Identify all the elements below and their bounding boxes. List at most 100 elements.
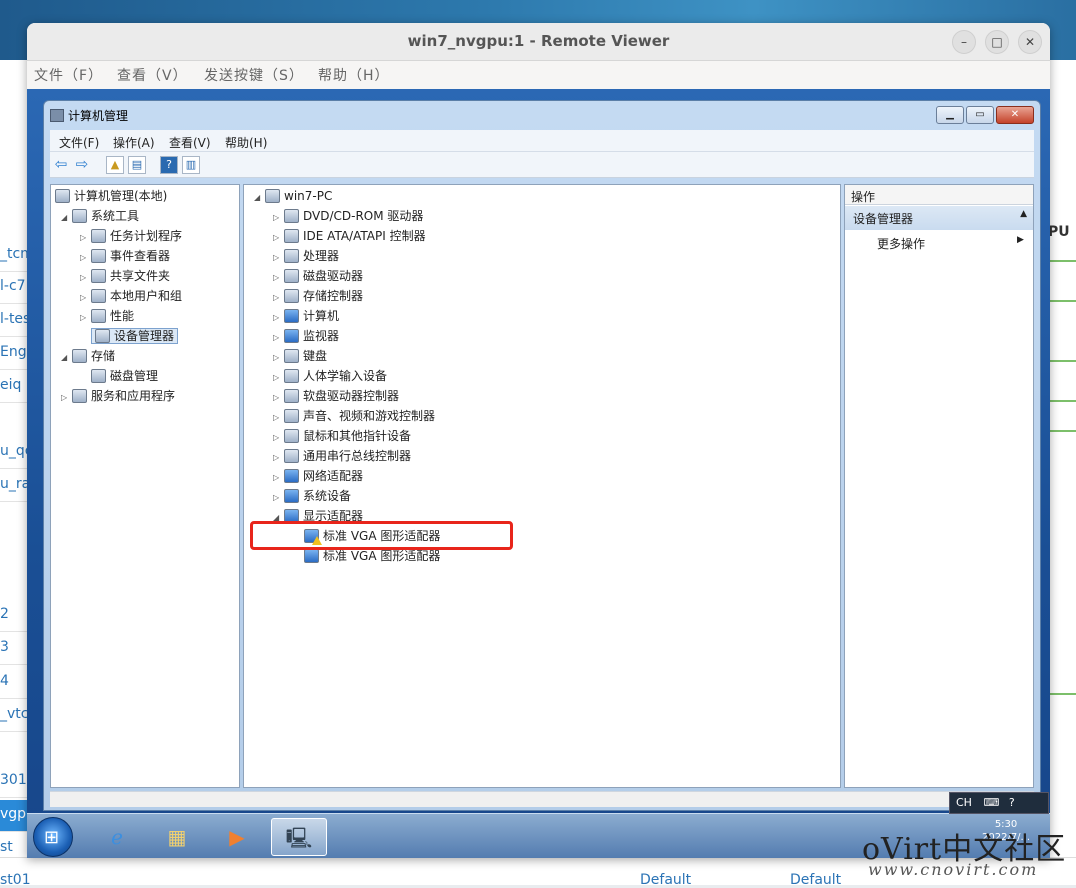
- host-vm-row[interactable]: Engi: [0, 338, 27, 370]
- collapsed-triangle-icon[interactable]: ▷: [80, 289, 91, 307]
- host-vm-row[interactable]: l-c7: [0, 272, 27, 304]
- host-vm-row[interactable]: u_rav: [0, 470, 27, 502]
- device-category[interactable]: ▷ 人体学输入设备: [273, 367, 387, 387]
- collapse-arrow-icon[interactable]: ▲: [1020, 209, 1027, 219]
- collapsed-triangle-icon[interactable]: ▷: [273, 229, 284, 247]
- mmc-maximize-button[interactable]: ▭: [966, 106, 994, 124]
- host-vm-row[interactable]: 301: [0, 766, 27, 798]
- viewer-menu-help[interactable]: 帮助（H）: [318, 65, 390, 85]
- help-icon[interactable]: ?: [1009, 796, 1015, 809]
- host-vm-row[interactable]: _vtc: [0, 700, 27, 732]
- media-player-icon[interactable]: ▶: [209, 818, 265, 856]
- collapsed-triangle-icon[interactable]: ▷: [273, 269, 284, 287]
- collapsed-triangle-icon[interactable]: ▷: [273, 469, 284, 487]
- device-category[interactable]: ▷ 通用串行总线控制器: [273, 447, 411, 467]
- tree-item-local-users[interactable]: ▷ 本地用户和组: [80, 287, 182, 307]
- device-category[interactable]: ▷ 监视器: [273, 327, 339, 347]
- language-bar[interactable]: CH ⌨ ?: [949, 792, 1049, 814]
- help-icon[interactable]: ?: [160, 156, 178, 174]
- forward-arrow-icon[interactable]: ⇨: [73, 156, 91, 174]
- computer-management-taskbar-icon[interactable]: 🖳: [271, 818, 327, 856]
- mmc-close-button[interactable]: ✕: [996, 106, 1034, 124]
- tree-item-disk-management[interactable]: 磁盘管理: [91, 367, 158, 387]
- tree-item-performance[interactable]: ▷ 性能: [80, 307, 134, 327]
- device-category[interactable]: ▷ 存储控制器: [273, 287, 363, 307]
- internet-explorer-icon[interactable]: ℯ: [89, 818, 145, 856]
- action-section-device-manager[interactable]: 设备管理器 ▲: [845, 206, 1033, 230]
- computer-management-icon: [55, 189, 70, 203]
- tree-item-device-manager[interactable]: 设备管理器: [91, 327, 179, 347]
- device-category[interactable]: ▷ 软盘驱动器控制器: [273, 387, 399, 407]
- collapsed-triangle-icon[interactable]: ▷: [80, 269, 91, 287]
- tree-item-task-scheduler[interactable]: ▷ 任务计划程序: [80, 227, 182, 247]
- tree-item-shared-folders[interactable]: ▷ 共享文件夹: [80, 267, 170, 287]
- viewer-minimize-button[interactable]: –: [952, 30, 976, 54]
- collapsed-triangle-icon[interactable]: ▷: [273, 329, 284, 347]
- viewer-menu-file[interactable]: 文件（F）: [34, 65, 103, 85]
- collapsed-triangle-icon[interactable]: ▷: [273, 249, 284, 267]
- language-indicator[interactable]: CH: [956, 796, 972, 809]
- viewer-close-button[interactable]: ✕: [1018, 30, 1042, 54]
- device-root[interactable]: ◢ win7-PC: [254, 187, 332, 207]
- device-category[interactable]: ▷ 网络适配器: [273, 467, 363, 487]
- device-category[interactable]: ▷ 处理器: [273, 247, 339, 267]
- mmc-minimize-button[interactable]: ▁: [936, 106, 964, 124]
- collapsed-triangle-icon[interactable]: ▷: [273, 449, 284, 467]
- keyboard-icon[interactable]: ⌨: [983, 796, 999, 809]
- collapsed-triangle-icon[interactable]: ▷: [273, 369, 284, 387]
- collapsed-triangle-icon[interactable]: ▷: [273, 389, 284, 407]
- collapsed-triangle-icon[interactable]: ▷: [273, 349, 284, 367]
- tree-item-services-apps[interactable]: ▷ 服务和应用程序: [61, 387, 175, 407]
- host-vm-row[interactable]: 3: [0, 633, 27, 665]
- expanded-triangle-icon[interactable]: ◢: [61, 209, 72, 227]
- viewer-menu-view[interactable]: 查看（V）: [117, 65, 188, 85]
- device-category[interactable]: ▷ IDE ATA/ATAPI 控制器: [273, 227, 426, 247]
- mmc-menu-view[interactable]: 查看(V): [169, 134, 211, 151]
- mmc-menu-action[interactable]: 操作(A): [113, 134, 155, 151]
- device-vga-adapter[interactable]: 标准 VGA 图形适配器: [304, 547, 440, 567]
- tree-item-storage[interactable]: ◢ 存储: [61, 347, 115, 367]
- expanded-triangle-icon[interactable]: ◢: [61, 349, 72, 367]
- device-category[interactable]: ▷ 鼠标和其他指针设备: [273, 427, 411, 447]
- collapsed-triangle-icon[interactable]: ▷: [61, 389, 72, 407]
- show-action-pane-icon[interactable]: ▥: [182, 156, 200, 174]
- host-vm-row[interactable]: 4: [0, 667, 27, 699]
- device-category[interactable]: ▷ 计算机: [273, 307, 339, 327]
- mmc-menu-file[interactable]: 文件(F): [59, 134, 99, 151]
- collapsed-triangle-icon[interactable]: ▷: [273, 209, 284, 227]
- tree-item-event-viewer[interactable]: ▷ 事件查看器: [80, 247, 170, 267]
- up-folder-icon[interactable]: ▲: [106, 156, 124, 174]
- device-category[interactable]: ▷ 声音、视频和游戏控制器: [273, 407, 435, 427]
- expanded-triangle-icon[interactable]: ◢: [254, 189, 265, 207]
- device-category[interactable]: ▷ 系统设备: [273, 487, 351, 507]
- collapsed-triangle-icon[interactable]: ▷: [80, 309, 91, 327]
- tree-item-computer-management[interactable]: 计算机管理(本地): [55, 187, 167, 207]
- host-vm-row[interactable]: _tcm: [0, 240, 27, 272]
- collapsed-triangle-icon[interactable]: ▷: [273, 309, 284, 327]
- collapsed-triangle-icon[interactable]: ▷: [273, 429, 284, 447]
- action-more-actions[interactable]: 更多操作 ▶: [877, 235, 1024, 252]
- host-vm-row[interactable]: u_qc: [0, 437, 27, 469]
- host-vm-row[interactable]: st01: [0, 872, 31, 888]
- host-vm-row[interactable]: 2: [0, 600, 27, 632]
- viewer-menu-send-keys[interactable]: 发送按键（S）: [204, 65, 304, 85]
- cpu-sparkline: [1050, 300, 1076, 302]
- show-hide-tree-icon[interactable]: ▤: [128, 156, 146, 174]
- viewer-maximize-button[interactable]: □: [985, 30, 1009, 54]
- host-vm-row[interactable]: eiq: [0, 371, 27, 403]
- collapsed-triangle-icon[interactable]: ▷: [80, 229, 91, 247]
- start-button[interactable]: ⊞: [33, 817, 73, 857]
- host-vm-row-selected[interactable]: vgpu: [0, 800, 27, 832]
- device-category[interactable]: ▷ 磁盘驱动器: [273, 267, 363, 287]
- mmc-menu-help[interactable]: 帮助(H): [225, 134, 267, 151]
- collapsed-triangle-icon[interactable]: ▷: [80, 249, 91, 267]
- device-category[interactable]: ▷ DVD/CD-ROM 驱动器: [273, 207, 423, 227]
- collapsed-triangle-icon[interactable]: ▷: [273, 489, 284, 507]
- file-explorer-icon[interactable]: ▦: [149, 818, 205, 856]
- tree-item-system-tools[interactable]: ◢ 系统工具: [61, 207, 139, 227]
- back-arrow-icon[interactable]: ⇦: [52, 156, 70, 174]
- collapsed-triangle-icon[interactable]: ▷: [273, 289, 284, 307]
- host-vm-row[interactable]: l-tes: [0, 305, 27, 337]
- collapsed-triangle-icon[interactable]: ▷: [273, 409, 284, 427]
- device-category[interactable]: ▷ 键盘: [273, 347, 327, 367]
